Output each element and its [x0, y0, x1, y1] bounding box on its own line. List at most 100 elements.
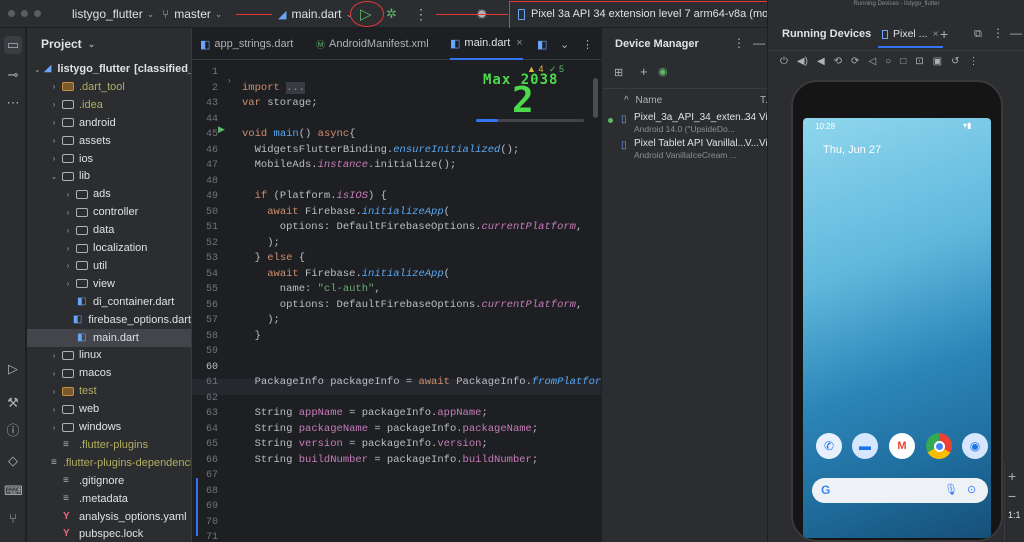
detach-icon[interactable]: ⧉: [974, 28, 982, 41]
folder-icon[interactable]: ▭: [4, 36, 22, 54]
minimize-icon[interactable]: —: [753, 36, 765, 50]
phone-app-icon[interactable]: ✆: [816, 433, 842, 459]
tab-device[interactable]: Pixel ... ×: [878, 22, 943, 48]
volume-up-icon[interactable]: ◀): [797, 56, 808, 67]
terminal-icon[interactable]: ⌨: [4, 482, 23, 500]
device-screen[interactable]: 10:28 ▾▮ Thu, Jun 27 ✆ ▬ M ◉ G 🎙 ⊙: [803, 118, 991, 538]
run-gutter-icon[interactable]: ▶: [218, 124, 225, 135]
close-icon[interactable]: ×: [516, 37, 522, 49]
tree-file[interactable]: ◧ main.dart: [27, 328, 191, 347]
commit-icon[interactable]: ⊸: [4, 66, 22, 84]
project-panel-header[interactable]: Project ⌄: [27, 28, 191, 60]
tab-app-strings[interactable]: ◧ app_strings.dart: [200, 28, 293, 60]
gmail-app-icon[interactable]: M: [889, 433, 915, 459]
home-icon[interactable]: ○: [885, 56, 891, 67]
tree-folder[interactable]: › macos: [27, 364, 191, 382]
tree-file[interactable]: ◧ di_container.dart: [27, 293, 191, 311]
chevron-down-icon[interactable]: ⌄: [34, 65, 41, 74]
chevron-right-icon[interactable]: ›: [48, 351, 60, 360]
mic-icon[interactable]: 🎙: [944, 483, 958, 496]
run-tool-icon[interactable]: ▷: [4, 360, 22, 378]
chevron-right-icon[interactable]: ›: [48, 387, 60, 396]
chevron-down-icon[interactable]: ⌄: [48, 172, 60, 181]
tree-folder[interactable]: › ads: [27, 185, 191, 203]
tree-folder[interactable]: › .idea: [27, 96, 191, 114]
date-widget[interactable]: Thu, Jun 27: [823, 144, 881, 156]
chevron-right-icon[interactable]: ›: [48, 154, 60, 163]
add-device-icon[interactable]: +: [640, 64, 648, 79]
minimize-icon[interactable]: —: [1010, 26, 1022, 40]
tree-folder[interactable]: › .dart_tool: [27, 78, 191, 96]
tree-folder[interactable]: › linux: [27, 346, 191, 364]
lens-icon[interactable]: ⊙: [967, 483, 976, 496]
record-icon[interactable]: ▣: [933, 56, 942, 67]
more-horizontal-icon[interactable]: ⋯: [4, 94, 22, 112]
tree-file[interactable]: ≡ .flutter-plugins-dependencies: [27, 454, 191, 472]
project-selector[interactable]: listygo_flutter ⌄: [72, 0, 154, 28]
messages-app-icon[interactable]: ▬: [852, 433, 878, 459]
back-icon[interactable]: ◁: [868, 56, 876, 67]
chevron-right-icon[interactable]: ›: [48, 136, 60, 145]
more-vertical-icon[interactable]: ⋮: [582, 28, 593, 60]
tree-folder[interactable]: › data: [27, 221, 191, 239]
git-icon[interactable]: ⑂: [4, 510, 22, 528]
tree-file[interactable]: ≡ .gitignore: [27, 472, 191, 490]
tree-folder[interactable]: › assets: [27, 132, 191, 150]
chevron-right-icon[interactable]: ›: [62, 244, 74, 253]
problems-icon[interactable]: ⓘ: [4, 422, 22, 440]
build-icon[interactable]: ⚒: [4, 394, 22, 412]
tree-folder[interactable]: › windows: [27, 418, 191, 436]
dart-devtools-icon[interactable]: ◧: [537, 28, 547, 60]
tree-folder[interactable]: › view: [27, 275, 191, 293]
google-search-bar[interactable]: G 🎙 ⊙: [812, 478, 988, 503]
chevron-right-icon[interactable]: ›: [48, 118, 60, 127]
scrollbar-thumb[interactable]: [593, 78, 598, 118]
overview-icon[interactable]: □: [900, 56, 906, 67]
zoom-in-icon[interactable]: +: [1008, 468, 1016, 484]
tree-file[interactable]: Yanalysis_options.yaml: [27, 508, 191, 526]
chevron-right-icon[interactable]: ›: [48, 423, 60, 432]
chevron-right-icon[interactable]: ›: [62, 226, 74, 235]
chevron-down-icon[interactable]: ⌄: [560, 28, 569, 60]
tab-android-manifest[interactable]: Ⓜ AndroidManifest.xml: [316, 28, 429, 60]
chevron-right-icon[interactable]: ›: [62, 190, 74, 199]
tree-folder[interactable]: › android: [27, 114, 191, 132]
add-tab-icon[interactable]: +: [940, 26, 948, 42]
fold-arrow-icon[interactable]: ›: [228, 76, 231, 85]
tree-folder[interactable]: › controller: [27, 203, 191, 221]
close-icon[interactable]: ×: [932, 28, 938, 40]
tree-folder[interactable]: › util: [27, 257, 191, 275]
chrome-app-icon[interactable]: [926, 433, 952, 459]
run-config-selector[interactable]: ◢ main.dart ⌄: [278, 0, 353, 28]
tree-folder[interactable]: › ios: [27, 150, 191, 168]
more-vertical-icon[interactable]: ⋮: [968, 56, 978, 67]
chevron-right-icon[interactable]: ›: [48, 405, 60, 414]
debug-icon[interactable]: ✲: [386, 0, 397, 28]
more-vertical-icon[interactable]: ⋮: [733, 36, 745, 50]
device-list-icon[interactable]: ⊞: [614, 66, 623, 79]
code-content[interactable]: import ... var storage; void main() async{…: [242, 60, 626, 542]
column-name[interactable]: Name: [635, 95, 662, 106]
chevron-right-icon[interactable]: ›: [48, 100, 60, 109]
tab-main-dart[interactable]: ◧ main.dart ×: [450, 28, 523, 60]
wifi-icon[interactable]: ◉: [658, 65, 668, 78]
window-controls[interactable]: [8, 10, 41, 17]
chevron-right-icon[interactable]: ›: [48, 369, 60, 378]
chevron-right-icon[interactable]: ›: [62, 261, 74, 270]
power-icon[interactable]: ⏻: [780, 56, 788, 67]
undo-icon[interactable]: ↺: [951, 56, 959, 67]
more-vertical-icon[interactable]: ⋮: [414, 0, 428, 28]
tree-file[interactable]: Ypubspec.lock: [27, 525, 191, 542]
tree-file[interactable]: ≡ .metadata: [27, 490, 191, 508]
chevron-right-icon[interactable]: ›: [48, 82, 60, 91]
more-vertical-icon[interactable]: ⋮: [992, 26, 1004, 40]
camera-app-icon[interactable]: ◉: [962, 433, 988, 459]
zoom-out-icon[interactable]: −: [1008, 488, 1016, 504]
zoom-actual-size[interactable]: 1:1: [1008, 510, 1021, 520]
rotate-left-icon[interactable]: ⟲: [834, 56, 842, 67]
screenshot-icon[interactable]: ⊡: [915, 56, 923, 67]
tree-folder[interactable]: › web: [27, 400, 191, 418]
chevron-right-icon[interactable]: ›: [62, 208, 74, 217]
branch-selector[interactable]: ⑂ master ⌄: [162, 0, 222, 28]
tree-folder[interactable]: ⌄ lib: [27, 167, 191, 185]
